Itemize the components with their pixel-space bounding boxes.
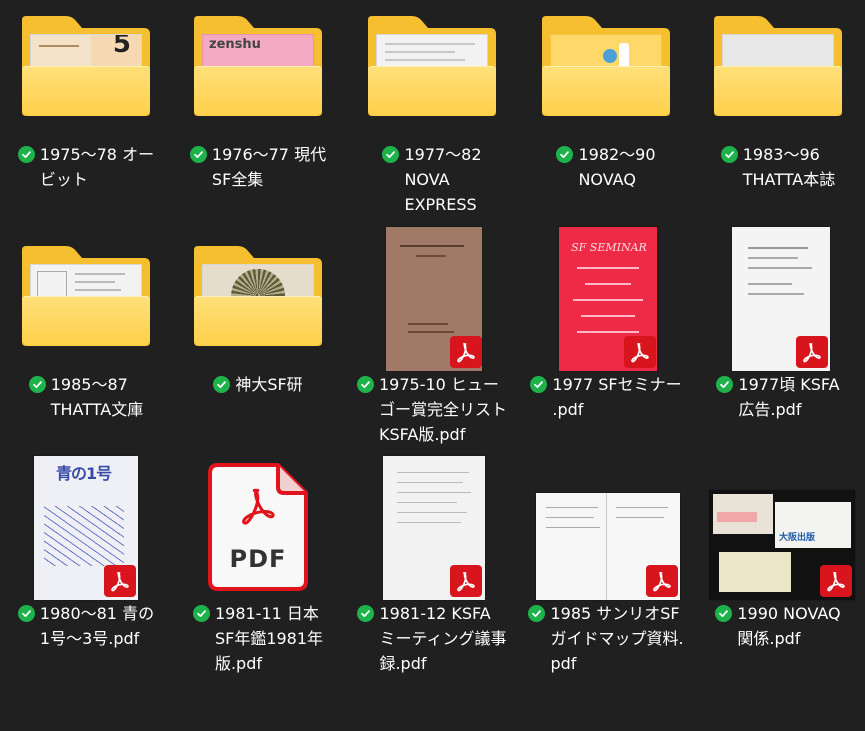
- pdf-thumbnail: 大阪出版: [692, 459, 864, 600]
- folder-icon: [22, 246, 150, 348]
- preview-text: 青の1号: [56, 464, 112, 483]
- sync-status-icon: [530, 376, 548, 393]
- pdf-label: PDF: [229, 545, 287, 573]
- sync-status-icon: [382, 146, 400, 163]
- item-label: 1976～77 現代 SF全集: [172, 142, 344, 192]
- pdf-icon: [624, 336, 656, 368]
- folder-thumbnail: [692, 0, 864, 140]
- sync-status-icon: [192, 605, 210, 622]
- folder-icon: [194, 246, 322, 348]
- pdf-thumbnail: [346, 456, 518, 600]
- folder-thumbnail: zenshu: [172, 0, 344, 140]
- pdf-icon: [796, 336, 828, 368]
- folder-thumbnail: [520, 0, 692, 140]
- sync-status-icon: [715, 605, 733, 622]
- sync-status-icon: [528, 605, 546, 622]
- pdf-thumbnail: [520, 459, 692, 600]
- sync-status-icon: [189, 146, 207, 163]
- folder-icon: 5: [22, 16, 150, 118]
- sync-status-icon: [357, 605, 375, 622]
- item-label: 1980～81 青の 1号～3号.pdf: [0, 601, 172, 651]
- item-label: 1977頃 KSFA 広告.pdf: [692, 372, 864, 422]
- preview-text: zenshu: [209, 37, 261, 52]
- preview-text: 5: [112, 34, 131, 59]
- item-label: 1983～96 THATTA本誌: [692, 142, 864, 192]
- pdf-thumbnail: 青の1号: [0, 456, 172, 600]
- folder-thumbnail: [0, 230, 172, 370]
- pdf-thumbnail: [346, 227, 518, 371]
- folder-icon: [714, 16, 842, 118]
- folder-icon: zenshu: [194, 16, 322, 118]
- item-label: 神大SF研: [172, 372, 344, 397]
- item-label: 1975～78 オー ビット: [0, 142, 172, 192]
- item-label: 1975-10 ヒュー ゴー賞完全リスト KSFA版.pdf: [346, 372, 518, 447]
- item-label: 1981-12 KSFA ミーティング議事 録.pdf: [346, 601, 518, 676]
- sync-status-icon: [213, 376, 231, 393]
- pdf-thumbnail: [692, 227, 864, 371]
- pdf-thumbnail: SF SEMINAR: [520, 227, 692, 371]
- sync-status-icon: [17, 146, 35, 163]
- preview-text: 大阪出版: [779, 533, 816, 543]
- sync-status-icon: [720, 146, 738, 163]
- pdf-thumbnail: PDF: [172, 459, 344, 599]
- folder-icon: [542, 16, 670, 118]
- pdf-file-icon: PDF: [208, 463, 308, 591]
- pdf-icon: [820, 565, 852, 597]
- item-label: 1985～87 THATTA文庫: [0, 372, 172, 422]
- sync-status-icon: [356, 376, 374, 393]
- pdf-icon: [450, 336, 482, 368]
- pdf-icon: [646, 565, 678, 597]
- preview-text: SF SEMINAR: [571, 241, 647, 254]
- item-label: 1990 NOVAQ 関係.pdf: [692, 601, 864, 651]
- item-label: 1985 サンリオSF ガイドマップ資料. pdf: [520, 601, 692, 676]
- sync-status-icon: [556, 146, 574, 163]
- sync-status-icon: [28, 376, 46, 393]
- folder-thumbnail: 5: [0, 0, 172, 140]
- item-label: 1982～90 NOVAQ: [520, 142, 692, 192]
- item-label: 1981-11 日本 SF年鑑1981年 版.pdf: [172, 601, 344, 676]
- folder-thumbnail: [172, 230, 344, 370]
- pdf-icon: [450, 565, 482, 597]
- pdf-icon: [104, 565, 136, 597]
- item-label: 1977～82 NOVA EXPRESS: [346, 142, 518, 217]
- sync-status-icon: [716, 376, 734, 393]
- folder-icon: [368, 16, 496, 118]
- sync-status-icon: [17, 605, 35, 622]
- folder-thumbnail: [346, 0, 518, 140]
- item-label: 1977 SFセミナー .pdf: [520, 372, 692, 422]
